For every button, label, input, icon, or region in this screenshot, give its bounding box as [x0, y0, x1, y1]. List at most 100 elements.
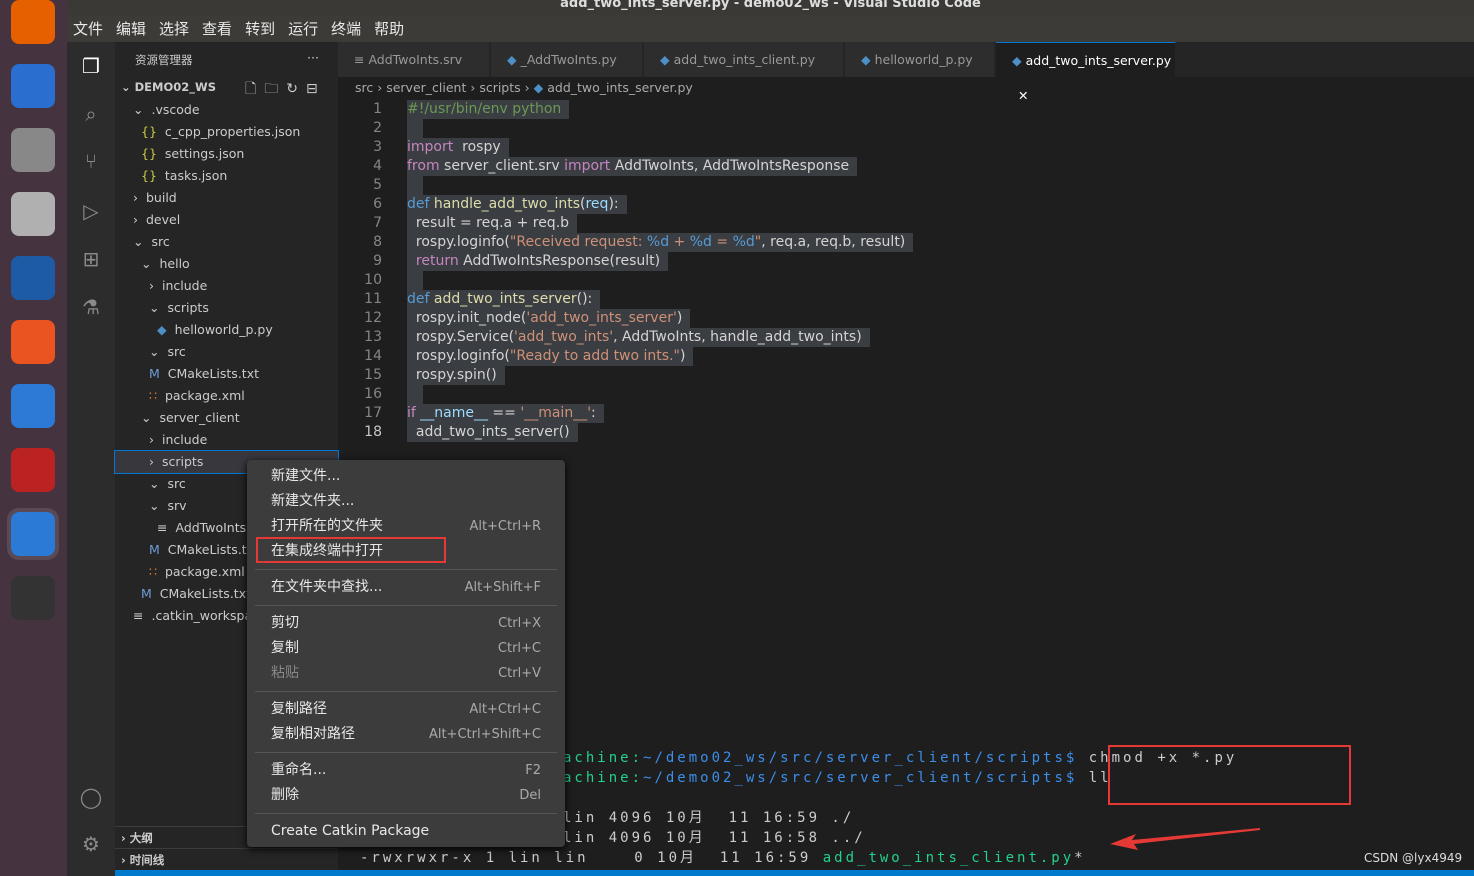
- tree-item[interactable]: ⌄ .vscode: [115, 99, 338, 121]
- code-token: , req.a, req.b, result): [761, 234, 906, 250]
- timeline-section[interactable]: › 时间线: [115, 848, 338, 870]
- code-token: %d: [689, 234, 712, 250]
- code-line: add_two_ints_server(): [407, 423, 578, 442]
- xml-icon: ∷: [149, 388, 157, 403]
- menu-6[interactable]: 终端: [331, 18, 361, 39]
- new-file-icon[interactable]: 🗋: [245, 81, 264, 97]
- python-file-icon: ◆: [507, 52, 521, 67]
- vscode-icon[interactable]: [7, 508, 59, 560]
- gear-icon[interactable]: ⚙: [79, 832, 103, 856]
- tree-item[interactable]: M CMakeLists.txt: [115, 363, 338, 385]
- chevron-down-icon: ⌄: [149, 498, 160, 513]
- menu-item-label: 复制: [271, 640, 299, 656]
- testing-icon[interactable]: ⚗: [79, 295, 103, 319]
- account-icon[interactable]: ◯: [79, 785, 103, 809]
- more-actions-button[interactable]: ···: [307, 50, 319, 65]
- breadcrumb-item[interactable]: scripts: [479, 80, 520, 95]
- extensions-icon[interactable]: ⊞: [79, 247, 103, 271]
- explorer-icon[interactable]: ❐: [79, 54, 103, 78]
- new-folder-icon[interactable]: 🗀: [264, 81, 286, 97]
- code-token: :: [591, 405, 596, 421]
- context-menu-item[interactable]: 新建文件...: [271, 464, 541, 489]
- search-icon[interactable]: ⌕: [79, 102, 103, 126]
- code-line: rospy.loginfo("Received request: %d + %d…: [407, 233, 914, 252]
- code-token: add_two_ints_server: [429, 291, 577, 307]
- context-menu-item[interactable]: 删除 Del: [271, 783, 541, 808]
- context-menu-item[interactable]: Create Catkin Package: [271, 819, 541, 844]
- menu-separator: [255, 605, 557, 606]
- context-menu-item[interactable]: 复制路径 Alt+Ctrl+C: [271, 697, 541, 722]
- context-menu-item[interactable]: 重命名... F2: [271, 758, 541, 783]
- tree-item[interactable]: ⌄ scripts: [115, 297, 338, 319]
- code-token: %d: [732, 234, 755, 250]
- tree-item[interactable]: › include: [115, 429, 338, 451]
- context-menu-item[interactable]: 在文件夹中查找... Alt+Shift+F: [271, 575, 541, 600]
- context-menu-item[interactable]: 复制 Ctrl+C: [271, 636, 541, 661]
- tab-2[interactable]: ◆ add_two_ints_client.py: [644, 42, 844, 77]
- timeline-label: 时间线: [129, 853, 165, 867]
- menu-separator: [255, 569, 557, 570]
- tree-item[interactable]: › build: [115, 187, 338, 209]
- code-token: #!/usr/bin/env python: [407, 101, 562, 117]
- software-icon[interactable]: [11, 320, 55, 364]
- tab-0[interactable]: ≡ AddTwoInts.srv: [338, 42, 490, 77]
- tab-label: _AddTwoInts.py: [520, 52, 617, 67]
- tab-1[interactable]: ◆ _AddTwoInts.py: [491, 42, 643, 77]
- menu-5[interactable]: 运行: [288, 18, 318, 39]
- refresh-icon[interactable]: ↻: [286, 81, 306, 97]
- menu-0[interactable]: 文件: [73, 18, 103, 39]
- line-number: 5: [373, 177, 382, 193]
- chevron-right-icon: ›: [149, 454, 154, 469]
- context-menu-item[interactable]: 复制相对路径 Alt+Ctrl+Shift+C: [271, 722, 541, 747]
- run-debug-icon[interactable]: ▷: [79, 199, 103, 223]
- file-name: add_two_ints_client.py: [822, 850, 1075, 866]
- terminal-app-icon[interactable]: [11, 448, 55, 492]
- menu-7[interactable]: 帮助: [374, 18, 404, 39]
- tree-item-label: CMakeLists.txt: [167, 366, 259, 381]
- thunderbird-icon[interactable]: [11, 64, 55, 108]
- shortcut: Ctrl+V: [498, 666, 541, 681]
- breadcrumb-item[interactable]: src: [355, 80, 373, 95]
- source-control-icon[interactable]: ⑂: [79, 149, 103, 173]
- breadcrumb-item[interactable]: server_client: [386, 80, 466, 95]
- tree-item[interactable]: ⌄ src: [115, 341, 338, 363]
- breadcrumb-item[interactable]: add_two_ints_server.py: [547, 80, 693, 95]
- code-line: [407, 176, 423, 195]
- writer-icon[interactable]: [11, 256, 55, 300]
- menu-1[interactable]: 编辑: [116, 18, 146, 39]
- tree-item[interactable]: ∷ package.xml: [115, 385, 338, 407]
- menu-3[interactable]: 查看: [202, 18, 232, 39]
- tree-item[interactable]: ⌄ src: [115, 231, 338, 253]
- menu-4[interactable]: 转到: [245, 18, 275, 39]
- tree-item[interactable]: › devel: [115, 209, 338, 231]
- tree-item[interactable]: ⌄ hello: [115, 253, 338, 275]
- collapse-all-icon[interactable]: ⊟: [306, 81, 326, 97]
- chevron-right-icon: ›: [149, 432, 154, 447]
- window-title: add_two_ints_server.py - demo02_ws - Vis…: [67, 0, 1474, 15]
- tree-item[interactable]: {} settings.json: [115, 143, 338, 165]
- tab-4[interactable]: ◆ add_two_ints_server.py ✕: [996, 42, 1176, 103]
- workspace-root[interactable]: ⌄ DEMO02_WS: [121, 80, 216, 94]
- code-line: [407, 385, 423, 404]
- tree-item[interactable]: ⌄ server_client: [115, 407, 338, 429]
- context-menu-item[interactable]: 粘贴 Ctrl+V: [271, 661, 541, 686]
- rhythmbox-icon[interactable]: [11, 192, 55, 236]
- tree-item-label: package.xml: [164, 564, 245, 579]
- context-menu-item[interactable]: 剪切 Ctrl+X: [271, 611, 541, 636]
- close-icon[interactable]: ✕: [1018, 88, 1028, 103]
- context-menu-item[interactable]: 新建文件夹...: [271, 489, 541, 514]
- tab-3[interactable]: ◆ helloworld_p.py: [845, 42, 995, 77]
- menu-2[interactable]: 选择: [159, 18, 189, 39]
- context-menu-item[interactable]: 打开所在的文件夹 Alt+Ctrl+R: [271, 514, 541, 539]
- files-icon[interactable]: [11, 128, 55, 172]
- line-number: 14: [364, 348, 382, 364]
- help-icon[interactable]: [11, 384, 55, 428]
- tree-item[interactable]: ◆ helloworld_p.py: [115, 319, 338, 341]
- tree-item[interactable]: {} c_cpp_properties.json: [115, 121, 338, 143]
- line-number: 12: [364, 310, 382, 326]
- line-number: 18: [364, 424, 382, 440]
- firefox-icon[interactable]: [11, 0, 55, 44]
- tree-item[interactable]: › include: [115, 275, 338, 297]
- terminal-icon[interactable]: [11, 576, 55, 620]
- tree-item[interactable]: {} tasks.json: [115, 165, 338, 187]
